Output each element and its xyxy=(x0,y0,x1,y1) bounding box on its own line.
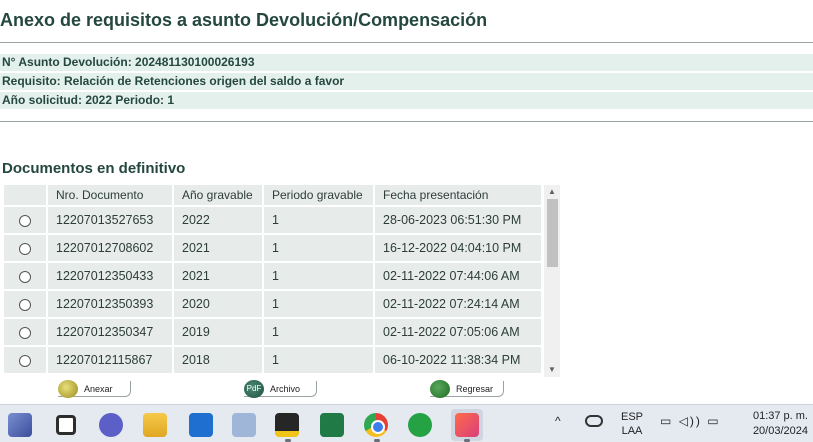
row-select-cell[interactable] xyxy=(4,207,48,235)
keyboard-layout: LAA xyxy=(621,425,643,437)
system-tray-icons[interactable]: ▭ ◁)) ▭ xyxy=(660,414,730,442)
column-header-anio: Año gravable xyxy=(174,185,264,207)
archivo-button[interactable]: PdF Archivo xyxy=(244,380,317,398)
row-radio[interactable] xyxy=(19,214,31,227)
snipping-tool-icon[interactable] xyxy=(451,409,483,441)
whatsapp-icon[interactable] xyxy=(408,413,432,437)
cell-fecha: 02-11-2022 07:05:06 AM xyxy=(375,319,543,347)
row-radio[interactable] xyxy=(19,298,31,311)
cell-periodo: 1 xyxy=(264,235,375,263)
documents-table: Nro. Documento Año gravable Periodo grav… xyxy=(4,185,543,375)
cell-nro: 12207012708602 xyxy=(48,235,174,263)
documents-grid: Nro. Documento Año gravable Periodo grav… xyxy=(4,185,544,377)
app-s-icon[interactable] xyxy=(189,413,213,437)
scroll-down-arrow-icon[interactable]: ▼ xyxy=(544,363,560,377)
excel-icon[interactable] xyxy=(320,413,344,437)
check-icon xyxy=(430,380,450,398)
onedrive-cloud-icon[interactable] xyxy=(585,415,603,427)
pdf-icon: PdF xyxy=(244,380,264,398)
anexar-button[interactable]: Anexar xyxy=(58,380,131,398)
table-header-row: Nro. Documento Año gravable Periodo grav… xyxy=(4,185,543,207)
cell-anio: 2020 xyxy=(174,291,264,319)
snipping-tool-glyph xyxy=(455,413,479,437)
info-requisito: Requisito: Relación de Retenciones orige… xyxy=(0,73,813,90)
network-icon[interactable]: ▭ xyxy=(660,414,673,428)
cell-periodo: 1 xyxy=(264,207,375,235)
column-header-fecha: Fecha presentación xyxy=(375,185,543,207)
battery-icon[interactable]: ▭ xyxy=(707,414,720,428)
info-anio-solicitud: Año solicitud: 2022 Periodo: 1 xyxy=(0,92,813,109)
cell-anio: 2021 xyxy=(174,235,264,263)
widgets-icon[interactable] xyxy=(8,413,32,437)
row-select-cell[interactable] xyxy=(4,319,48,347)
network-app-icon[interactable] xyxy=(232,413,256,437)
row-select-cell[interactable] xyxy=(4,291,48,319)
cell-anio: 2021 xyxy=(174,263,264,291)
select-column-header xyxy=(4,185,48,207)
regresar-label: Regresar xyxy=(456,384,494,394)
archivo-label: Archivo xyxy=(270,384,301,394)
cell-periodo: 1 xyxy=(264,319,375,347)
cell-fecha: 06-10-2022 11:38:34 PM xyxy=(375,347,543,375)
tray-chevron-icon[interactable]: ^ xyxy=(555,414,567,442)
table-scrollbar[interactable]: ▲ ▼ xyxy=(544,185,560,377)
row-select-cell[interactable] xyxy=(4,235,48,263)
language-indicator[interactable]: ESP LAA xyxy=(620,410,644,442)
row-radio[interactable] xyxy=(19,354,31,367)
cell-fecha: 02-11-2022 07:24:14 AM xyxy=(375,291,543,319)
cell-anio: 2022 xyxy=(174,207,264,235)
scroll-thumb[interactable] xyxy=(547,199,558,267)
row-radio[interactable] xyxy=(19,326,31,339)
cell-nro: 12207012115867 xyxy=(48,347,174,375)
teams-icon[interactable] xyxy=(99,413,123,437)
row-select-cell[interactable] xyxy=(4,347,48,375)
clock[interactable]: 01:37 p. m. 20/03/2024 xyxy=(740,409,808,442)
info-asunto: N° Asunto Devolución: 202481130100026193 xyxy=(0,54,813,71)
cell-fecha: 28-06-2023 06:51:30 PM xyxy=(375,207,543,235)
cell-anio: 2018 xyxy=(174,347,264,375)
table-row[interactable]: 12207012115867 2018 1 06-10-2022 11:38:3… xyxy=(4,347,543,375)
volume-icon[interactable]: ◁)) xyxy=(679,414,702,428)
regresar-button[interactable]: Regresar xyxy=(430,380,504,398)
anexar-label: Anexar xyxy=(84,384,113,394)
section-title: Documentos en definitivo xyxy=(2,160,186,177)
anexar-icon xyxy=(58,380,78,398)
column-header-nro: Nro. Documento xyxy=(48,185,174,207)
cell-periodo: 1 xyxy=(264,263,375,291)
clock-date: 20/03/2024 xyxy=(752,425,808,437)
sticky-notes-icon[interactable] xyxy=(275,413,299,437)
chrome-icon[interactable] xyxy=(364,413,388,437)
table-row[interactable]: 12207012708602 2021 1 16-12-2022 04:04:1… xyxy=(4,235,543,263)
row-radio[interactable] xyxy=(19,242,31,255)
scroll-up-arrow-icon[interactable]: ▲ xyxy=(544,185,560,199)
file-explorer-icon[interactable] xyxy=(143,413,167,437)
cell-fecha: 16-12-2022 04:04:10 PM xyxy=(375,235,543,263)
table-row[interactable]: 12207012350433 2021 1 02-11-2022 07:44:0… xyxy=(4,263,543,291)
divider-bottom xyxy=(0,121,813,122)
cell-periodo: 1 xyxy=(264,347,375,375)
table-row[interactable]: 12207012350347 2019 1 02-11-2022 07:05:0… xyxy=(4,319,543,347)
cell-periodo: 1 xyxy=(264,291,375,319)
page-title: Anexo de requisitos a asunto Devolución/… xyxy=(0,10,488,30)
cell-nro: 12207012350393 xyxy=(48,291,174,319)
cell-nro: 12207012350433 xyxy=(48,263,174,291)
table-row[interactable]: 12207012350393 2020 1 02-11-2022 07:24:1… xyxy=(4,291,543,319)
clock-time: 01:37 p. m. xyxy=(752,410,808,422)
cell-fecha: 02-11-2022 07:44:06 AM xyxy=(375,263,543,291)
row-select-cell[interactable] xyxy=(4,263,48,291)
cell-anio: 2019 xyxy=(174,319,264,347)
task-view-icon[interactable] xyxy=(56,415,76,435)
row-radio[interactable] xyxy=(19,270,31,283)
column-header-periodo: Periodo gravable xyxy=(264,185,375,207)
language-code: ESP xyxy=(620,411,643,423)
cell-nro: 12207013527653 xyxy=(48,207,174,235)
divider-top xyxy=(0,42,813,43)
table-row[interactable]: 12207013527653 2022 1 28-06-2023 06:51:3… xyxy=(4,207,543,235)
cell-nro: 12207012350347 xyxy=(48,319,174,347)
